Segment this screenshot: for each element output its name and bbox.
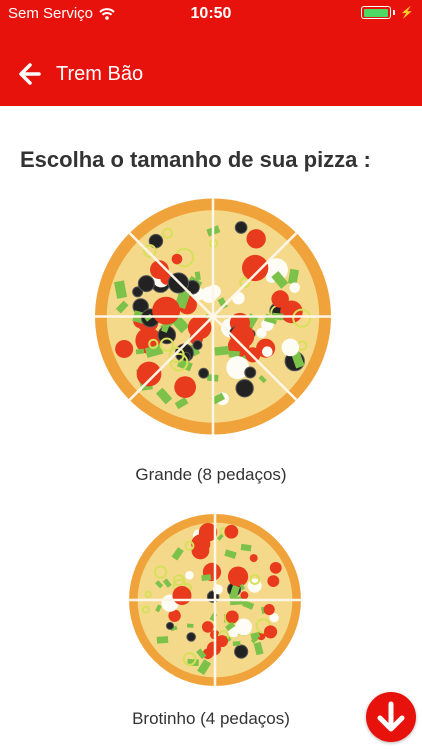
page-heading: Escolha o tamanho de sua pizza : [20,147,371,172]
pizza-label-small[interactable]: Brotinho (4 pedaços) [0,709,422,729]
nav-bar: Trem Bão [0,28,422,106]
nav-title: Trem Bão [56,63,144,85]
status-bar: Sem Serviço 10:50 ⚡ [0,0,422,28]
status-time: 10:50 [190,5,232,22]
battery-level [363,8,388,17]
pizza-large-image [95,198,331,435]
arrow-down-icon [377,701,405,732]
pizza-label-large[interactable]: Grande (8 pedaços) [0,465,422,485]
pizza-option-large[interactable] [93,193,333,440]
status-right: ⚡ [361,6,414,19]
arrow-left-icon[interactable] [18,62,42,86]
scroll-down-button[interactable] [366,692,416,742]
battery-icon [361,6,392,19]
battery-tip [393,10,396,15]
pizza-small-image [129,514,301,686]
pizza-option-small[interactable] [127,510,303,690]
charging-icon: ⚡ [400,7,414,19]
